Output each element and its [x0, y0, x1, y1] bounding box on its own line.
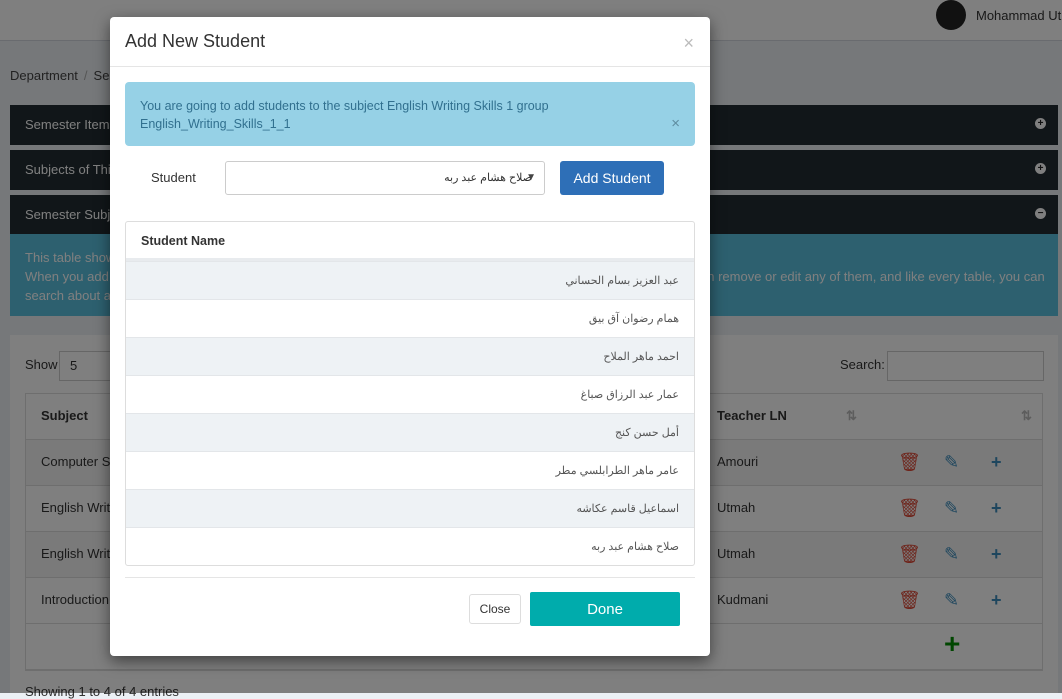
- student-select[interactable]: صلاح هشام عبد ربه ▼: [225, 161, 545, 195]
- student-label: Student: [151, 170, 196, 185]
- close-button[interactable]: Close: [469, 594, 521, 624]
- alert-text: English_Writing_Skills_1_1: [140, 117, 291, 131]
- add-student-modal: Add New Student × You are going to add s…: [110, 17, 710, 656]
- done-button[interactable]: Done: [530, 592, 680, 626]
- table-row: عمار عبد الرزاق صباغ: [126, 375, 694, 413]
- students-table: Student Name عبد العزيز بسام الحساني هما…: [125, 221, 695, 566]
- table-row: صلاح هشام عبد ربه: [126, 527, 694, 565]
- modal-header: Add New Student: [110, 17, 710, 67]
- modal-title: Add New Student: [125, 31, 266, 51]
- table-row: عبد العزيز بسام الحساني: [126, 261, 694, 299]
- table-row: همام رضوان آق بيق: [126, 299, 694, 337]
- table-row: اسماعيل قاسم عكاشه: [126, 489, 694, 527]
- close-icon[interactable]: ×: [671, 115, 680, 133]
- table-row: عامر ماهر الطرابلسي مطر: [126, 451, 694, 489]
- add-student-button[interactable]: Add Student: [560, 161, 664, 195]
- table-row: أمل حسن كنج: [126, 413, 694, 451]
- alert-text: You are going to add students to the sub…: [140, 99, 549, 113]
- modal-footer-divider: [125, 577, 695, 578]
- caret-down-icon: ▼: [526, 172, 536, 183]
- table-row: احمد ماهر الملاح: [126, 337, 694, 375]
- close-icon[interactable]: ×: [683, 33, 694, 54]
- selected-value: صلاح هشام عبد ربه: [444, 172, 532, 184]
- info-alert: You are going to add students to the sub…: [125, 82, 695, 146]
- column-header-student-name: Student Name: [126, 222, 694, 261]
